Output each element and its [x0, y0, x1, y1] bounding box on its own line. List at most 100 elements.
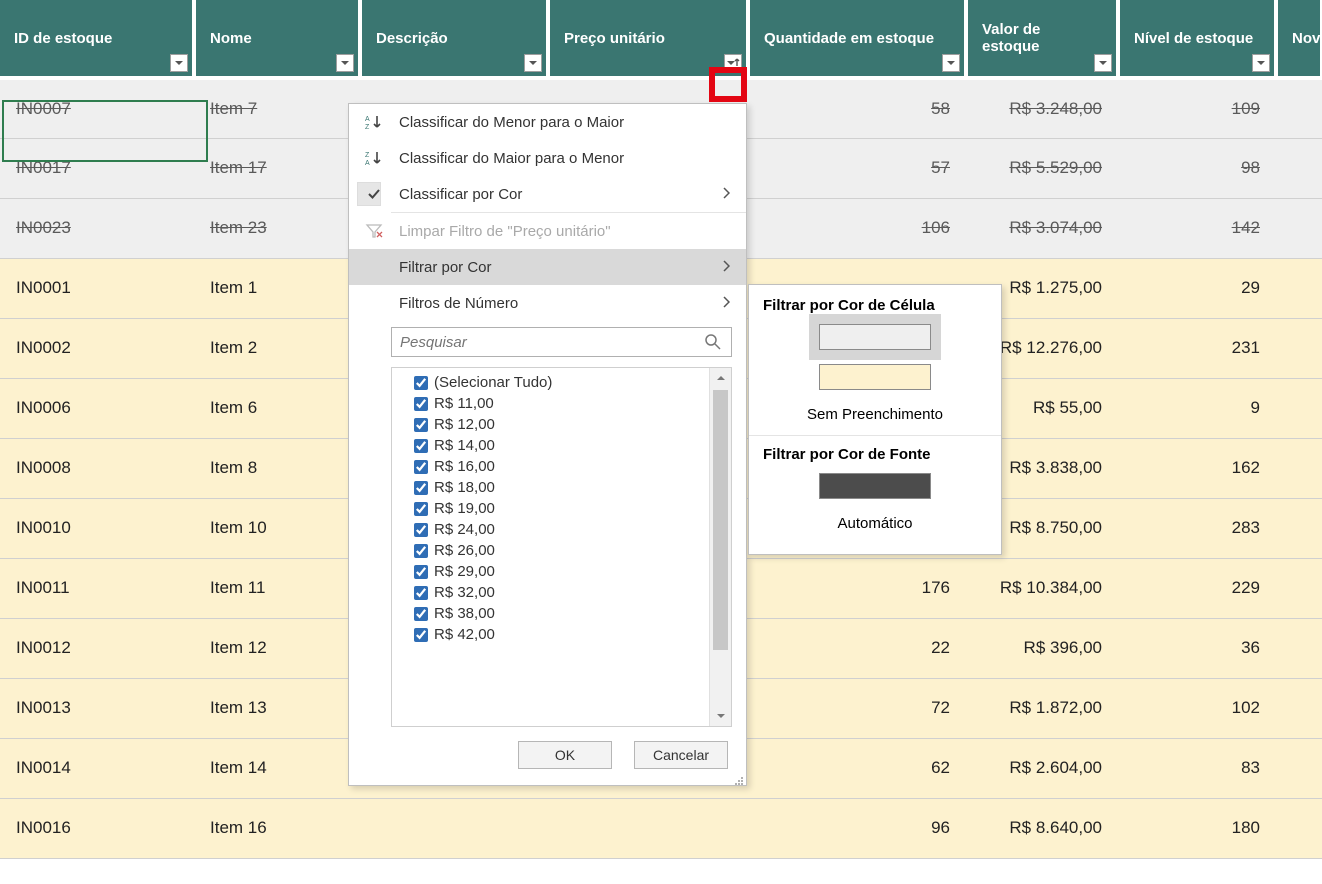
- table-cell[interactable]: IN0008: [0, 438, 194, 498]
- menu-sort-ascending[interactable]: AZ Classificar do Menor para o Maior: [349, 104, 746, 140]
- menu-sort-descending[interactable]: ZA Classificar do Maior para o Menor: [349, 140, 746, 176]
- table-cell[interactable]: 180: [1118, 798, 1276, 858]
- table-cell[interactable]: 72: [748, 678, 966, 738]
- filter-button-nome[interactable]: [336, 54, 354, 72]
- filter-value-item[interactable]: R$ 42,00: [400, 624, 705, 645]
- table-cell[interactable]: [1276, 618, 1322, 678]
- filter-value-checkbox[interactable]: [414, 523, 428, 537]
- column-header-valor[interactable]: Valor de estoque: [966, 0, 1118, 78]
- table-cell[interactable]: IN0013: [0, 678, 194, 738]
- table-cell[interactable]: [1276, 498, 1322, 558]
- table-cell[interactable]: [548, 798, 748, 858]
- table-cell[interactable]: [1276, 318, 1322, 378]
- table-cell[interactable]: 142: [1118, 198, 1276, 258]
- table-cell[interactable]: Item 6: [194, 378, 360, 438]
- color-swatch-cream[interactable]: [819, 364, 931, 390]
- filter-value-checkbox[interactable]: [414, 397, 428, 411]
- table-cell[interactable]: 22: [748, 618, 966, 678]
- table-cell[interactable]: 57: [748, 138, 966, 198]
- table-cell[interactable]: [1276, 378, 1322, 438]
- filter-value-item[interactable]: R$ 24,00: [400, 519, 705, 540]
- table-cell[interactable]: [1276, 78, 1322, 138]
- filter-button-valor[interactable]: [1094, 54, 1112, 72]
- table-cell[interactable]: 283: [1118, 498, 1276, 558]
- table-cell[interactable]: 83: [1118, 738, 1276, 798]
- menu-sort-by-color[interactable]: Classificar por Cor: [349, 176, 746, 212]
- table-cell[interactable]: Item 13: [194, 678, 360, 738]
- table-cell[interactable]: 106: [748, 198, 966, 258]
- filter-value-checkbox[interactable]: [414, 376, 428, 390]
- table-cell[interactable]: 96: [748, 798, 966, 858]
- table-cell[interactable]: 62: [748, 738, 966, 798]
- filter-button-quantidade[interactable]: [942, 54, 960, 72]
- color-swatch-dark[interactable]: [819, 473, 931, 499]
- table-cell[interactable]: R$ 3.074,00: [966, 198, 1118, 258]
- table-cell[interactable]: 176: [748, 558, 966, 618]
- table-cell[interactable]: Item 17: [194, 138, 360, 198]
- table-cell[interactable]: 9: [1118, 378, 1276, 438]
- table-cell[interactable]: Item 11: [194, 558, 360, 618]
- scrollbar[interactable]: [709, 368, 731, 726]
- filter-value-item[interactable]: R$ 29,00: [400, 561, 705, 582]
- table-cell[interactable]: 229: [1118, 558, 1276, 618]
- column-header-descricao[interactable]: Descrição: [360, 0, 548, 78]
- table-cell[interactable]: Item 23: [194, 198, 360, 258]
- table-cell[interactable]: [360, 798, 548, 858]
- resize-grip-icon[interactable]: [734, 773, 744, 783]
- column-header-quantidade[interactable]: Quantidade em estoque: [748, 0, 966, 78]
- table-cell[interactable]: 58: [748, 78, 966, 138]
- table-cell[interactable]: IN0011: [0, 558, 194, 618]
- menu-filter-by-color[interactable]: Filtrar por Cor: [349, 249, 746, 285]
- filter-value-item[interactable]: R$ 26,00: [400, 540, 705, 561]
- filter-button-preco-active[interactable]: [724, 54, 742, 72]
- filter-value-item[interactable]: (Selecionar Tudo): [400, 372, 705, 393]
- filter-button-nivel[interactable]: [1252, 54, 1270, 72]
- filter-value-item[interactable]: R$ 12,00: [400, 414, 705, 435]
- filter-value-item[interactable]: R$ 11,00: [400, 393, 705, 414]
- table-cell[interactable]: [1276, 558, 1322, 618]
- column-header-preco[interactable]: Preço unitário: [548, 0, 748, 78]
- table-cell[interactable]: R$ 10.384,00: [966, 558, 1118, 618]
- table-cell[interactable]: IN0012: [0, 618, 194, 678]
- filter-value-checkbox[interactable]: [414, 586, 428, 600]
- column-header-nivel[interactable]: Nível de estoque: [1118, 0, 1276, 78]
- table-cell[interactable]: Item 12: [194, 618, 360, 678]
- filter-value-checkbox[interactable]: [414, 418, 428, 432]
- filter-value-checkbox[interactable]: [414, 439, 428, 453]
- table-cell[interactable]: Item 14: [194, 738, 360, 798]
- table-cell[interactable]: Item 1: [194, 258, 360, 318]
- table-cell[interactable]: R$ 8.640,00: [966, 798, 1118, 858]
- table-cell[interactable]: 231: [1118, 318, 1276, 378]
- table-cell[interactable]: Item 16: [194, 798, 360, 858]
- cancel-button[interactable]: Cancelar: [634, 741, 728, 769]
- submenu-automatic[interactable]: Automático: [749, 509, 1001, 542]
- filter-value-checkbox[interactable]: [414, 565, 428, 579]
- table-cell[interactable]: Item 8: [194, 438, 360, 498]
- table-cell[interactable]: 29: [1118, 258, 1276, 318]
- scroll-down-icon[interactable]: [710, 706, 731, 726]
- table-cell[interactable]: 102: [1118, 678, 1276, 738]
- color-swatch-grey[interactable]: [819, 324, 931, 350]
- column-header-nome[interactable]: Nome: [194, 0, 360, 78]
- table-cell[interactable]: IN0010: [0, 498, 194, 558]
- filter-value-item[interactable]: R$ 18,00: [400, 477, 705, 498]
- table-cell[interactable]: [1276, 258, 1322, 318]
- filter-value-checkbox[interactable]: [414, 502, 428, 516]
- table-cell[interactable]: [1276, 678, 1322, 738]
- table-cell[interactable]: 162: [1118, 438, 1276, 498]
- scrollbar-thumb[interactable]: [713, 390, 728, 650]
- filter-button-descricao[interactable]: [524, 54, 542, 72]
- table-cell[interactable]: [1276, 438, 1322, 498]
- table-cell[interactable]: IN0014: [0, 738, 194, 798]
- filter-value-item[interactable]: R$ 38,00: [400, 603, 705, 624]
- table-cell[interactable]: R$ 3.248,00: [966, 78, 1118, 138]
- table-cell[interactable]: IN0016: [0, 798, 194, 858]
- filter-value-checkbox[interactable]: [414, 481, 428, 495]
- filter-button-id[interactable]: [170, 54, 188, 72]
- scroll-up-icon[interactable]: [710, 368, 731, 388]
- table-cell[interactable]: IN0023: [0, 198, 194, 258]
- table-cell[interactable]: 98: [1118, 138, 1276, 198]
- table-cell[interactable]: IN0001: [0, 258, 194, 318]
- filter-value-item[interactable]: R$ 32,00: [400, 582, 705, 603]
- filter-value-item[interactable]: R$ 16,00: [400, 456, 705, 477]
